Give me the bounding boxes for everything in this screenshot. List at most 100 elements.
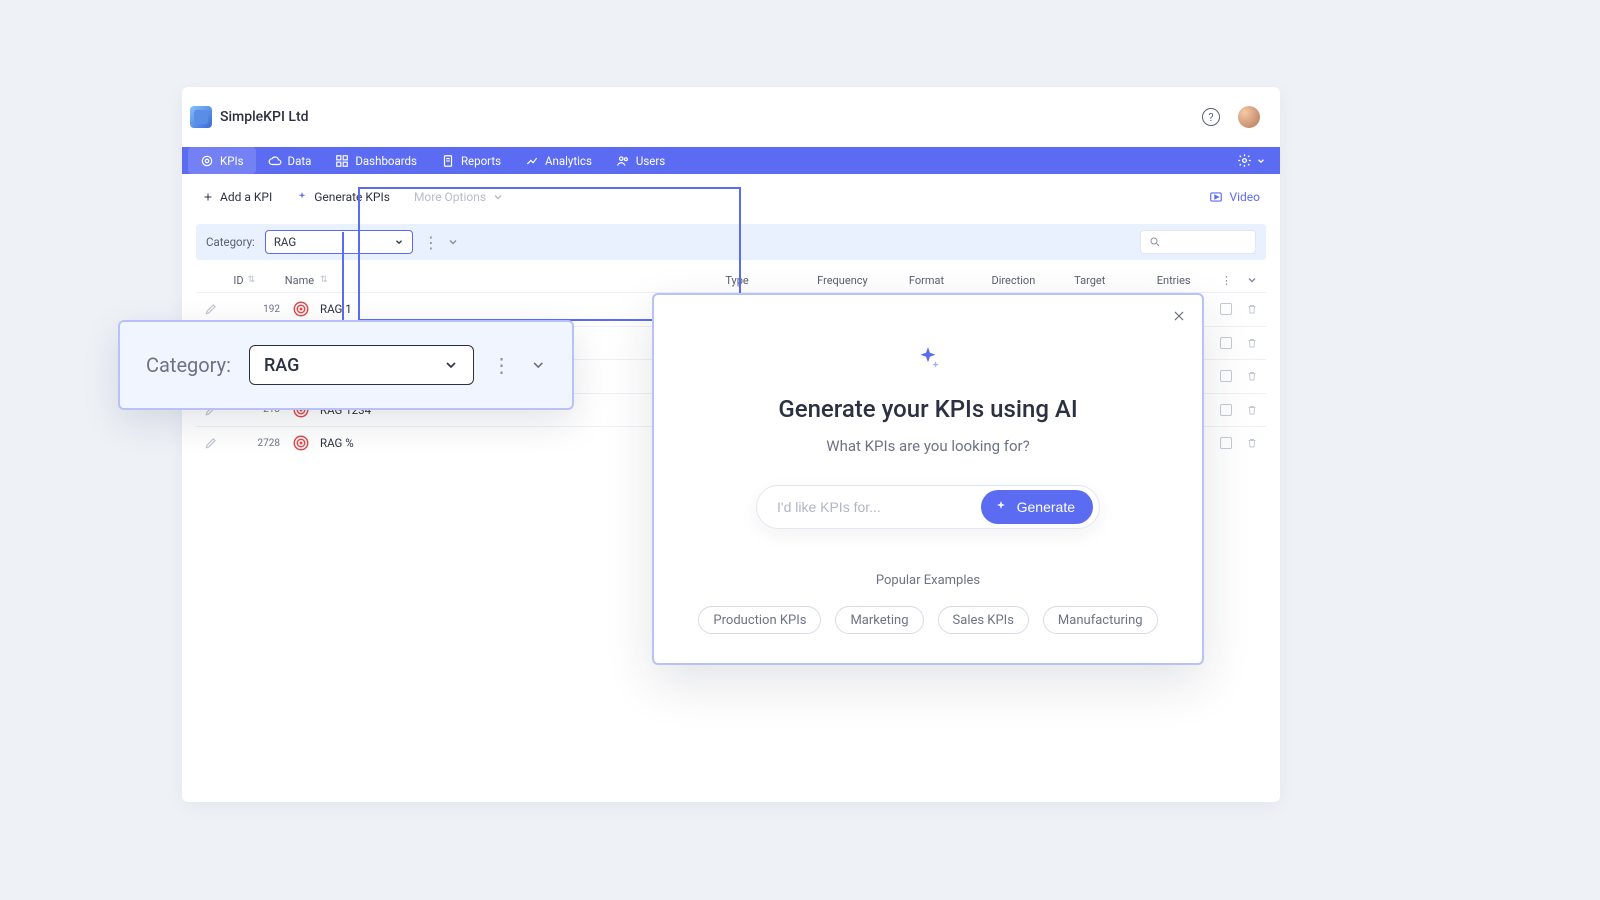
chevron-down-icon (492, 191, 504, 203)
sort-icon[interactable]: ⇅ (320, 275, 328, 285)
nav-label: Reports (461, 154, 501, 168)
generate-button-label: Generate (1017, 499, 1075, 515)
ai-modal-subtitle: What KPIs are you looking for? (826, 437, 1029, 455)
brand-logo-icon (190, 106, 212, 128)
col-type[interactable]: Type (725, 274, 817, 287)
category-value: RAG (274, 235, 296, 249)
trash-icon[interactable] (1246, 303, 1258, 315)
more-options-label: More Options (414, 190, 486, 204)
plus-icon (202, 191, 214, 203)
col-format[interactable]: Format (909, 274, 992, 287)
col-target[interactable]: Target (1074, 274, 1157, 287)
brand-name: SimpleKPI Ltd (220, 109, 309, 125)
category-label: Category: (206, 235, 255, 249)
row-name: RAG 1 (320, 302, 352, 316)
sort-icon[interactable]: ⇅ (248, 275, 256, 285)
nav-label: Data (288, 154, 312, 168)
search-icon (1149, 236, 1161, 248)
category-callout-value: RAG (264, 355, 299, 376)
ai-modal-title: Generate your KPIs using AI (778, 395, 1077, 423)
category-select[interactable]: RAG (265, 230, 413, 254)
row-checkbox[interactable] (1220, 337, 1232, 349)
example-chip[interactable]: Sales KPIs (938, 606, 1029, 634)
generate-kpis-label: Generate KPIs (314, 190, 390, 204)
category-callout: Category: RAG ⋮ (118, 320, 574, 410)
top-bar: SimpleKPI Ltd ? (182, 87, 1280, 147)
chart-icon (525, 154, 539, 168)
edit-icon[interactable] (204, 436, 218, 450)
nav-label: Analytics (545, 154, 592, 168)
grid-icon (335, 154, 349, 168)
category-callout-select[interactable]: RAG (249, 345, 474, 385)
nav-data[interactable]: Data (256, 147, 324, 174)
row-checkbox[interactable] (1220, 303, 1232, 315)
chevron-down-icon (443, 357, 459, 373)
nav-analytics[interactable]: Analytics (513, 147, 604, 174)
trash-icon[interactable] (1246, 404, 1258, 416)
sparkle-icon (915, 345, 941, 371)
video-link[interactable]: Video (1209, 190, 1260, 204)
user-avatar[interactable] (1238, 106, 1260, 128)
row-name: RAG % (320, 436, 354, 450)
col-entries[interactable]: Entries (1157, 274, 1221, 287)
edit-icon[interactable] (204, 302, 218, 316)
filter-kebab-icon[interactable]: ⋮ (423, 233, 437, 252)
ai-prompt-input[interactable] (777, 499, 971, 515)
ai-input-wrap: Generate (756, 485, 1100, 529)
nav-label: Dashboards (355, 154, 417, 168)
search-input[interactable] (1140, 230, 1256, 254)
kpi-target-icon (292, 434, 310, 452)
example-chip[interactable]: Manufacturing (1043, 606, 1158, 634)
row-id: 2728 (236, 438, 292, 449)
row-checkbox[interactable] (1220, 437, 1232, 449)
table-header: ID ⇅ Name ⇅ Type Frequency Format Directio… (196, 268, 1266, 292)
trash-icon[interactable] (1246, 437, 1258, 449)
trash-icon[interactable] (1246, 337, 1258, 349)
chevron-down-icon[interactable] (1256, 156, 1266, 166)
generate-button[interactable]: Generate (981, 490, 1093, 524)
col-id[interactable]: ID (233, 274, 243, 287)
chevron-down-icon[interactable] (530, 355, 546, 375)
nav-label: KPIs (220, 154, 244, 168)
video-label: Video (1229, 190, 1260, 204)
col-frequency[interactable]: Frequency (817, 274, 909, 287)
generate-kpis-button[interactable]: Generate KPIs (296, 190, 390, 204)
filter-expand-icon[interactable] (447, 236, 461, 248)
category-callout-label: Category: (146, 353, 231, 377)
add-kpi-button[interactable]: Add a KPI (202, 190, 272, 204)
nav-users[interactable]: Users (604, 147, 677, 174)
col-name[interactable]: Name (285, 274, 314, 287)
nav-dashboards[interactable]: Dashboards (323, 147, 429, 174)
target-icon (200, 154, 214, 168)
header-kebab-icon[interactable]: ⋮ (1221, 274, 1232, 287)
sparkle-icon (993, 499, 1009, 515)
document-icon (441, 154, 455, 168)
close-icon[interactable] (1172, 309, 1186, 323)
example-chip[interactable]: Production KPIs (698, 606, 821, 634)
chevron-down-icon[interactable] (1246, 274, 1258, 286)
filter-bar: Category: RAG ⋮ (196, 224, 1266, 260)
nav-kpis[interactable]: KPIs (188, 147, 256, 174)
brand: SimpleKPI Ltd (190, 106, 309, 128)
settings-icon[interactable] (1237, 153, 1252, 168)
play-icon (1209, 190, 1223, 204)
sparkle-icon (296, 191, 308, 203)
col-direction[interactable]: Direction (992, 274, 1075, 287)
kpi-target-icon (292, 300, 310, 318)
chevron-down-icon (394, 237, 404, 247)
popular-examples-label: Popular Examples (876, 573, 980, 588)
more-options-button[interactable]: More Options (414, 190, 504, 204)
category-callout-kebab-icon[interactable]: ⋮ (492, 353, 512, 377)
cloud-icon (268, 154, 282, 168)
sub-toolbar: Add a KPI Generate KPIs More Options Vid… (182, 174, 1280, 220)
ai-generate-modal: Generate your KPIs using AI What KPIs ar… (652, 293, 1204, 665)
trash-icon[interactable] (1246, 370, 1258, 382)
main-nav: KPIs Data Dashboards Reports Analytics U… (182, 147, 1280, 174)
row-id: 192 (236, 304, 292, 315)
help-icon[interactable]: ? (1202, 108, 1220, 126)
example-chip[interactable]: Marketing (835, 606, 923, 634)
nav-reports[interactable]: Reports (429, 147, 513, 174)
row-checkbox[interactable] (1220, 370, 1232, 382)
row-checkbox[interactable] (1220, 404, 1232, 416)
nav-label: Users (636, 154, 665, 168)
